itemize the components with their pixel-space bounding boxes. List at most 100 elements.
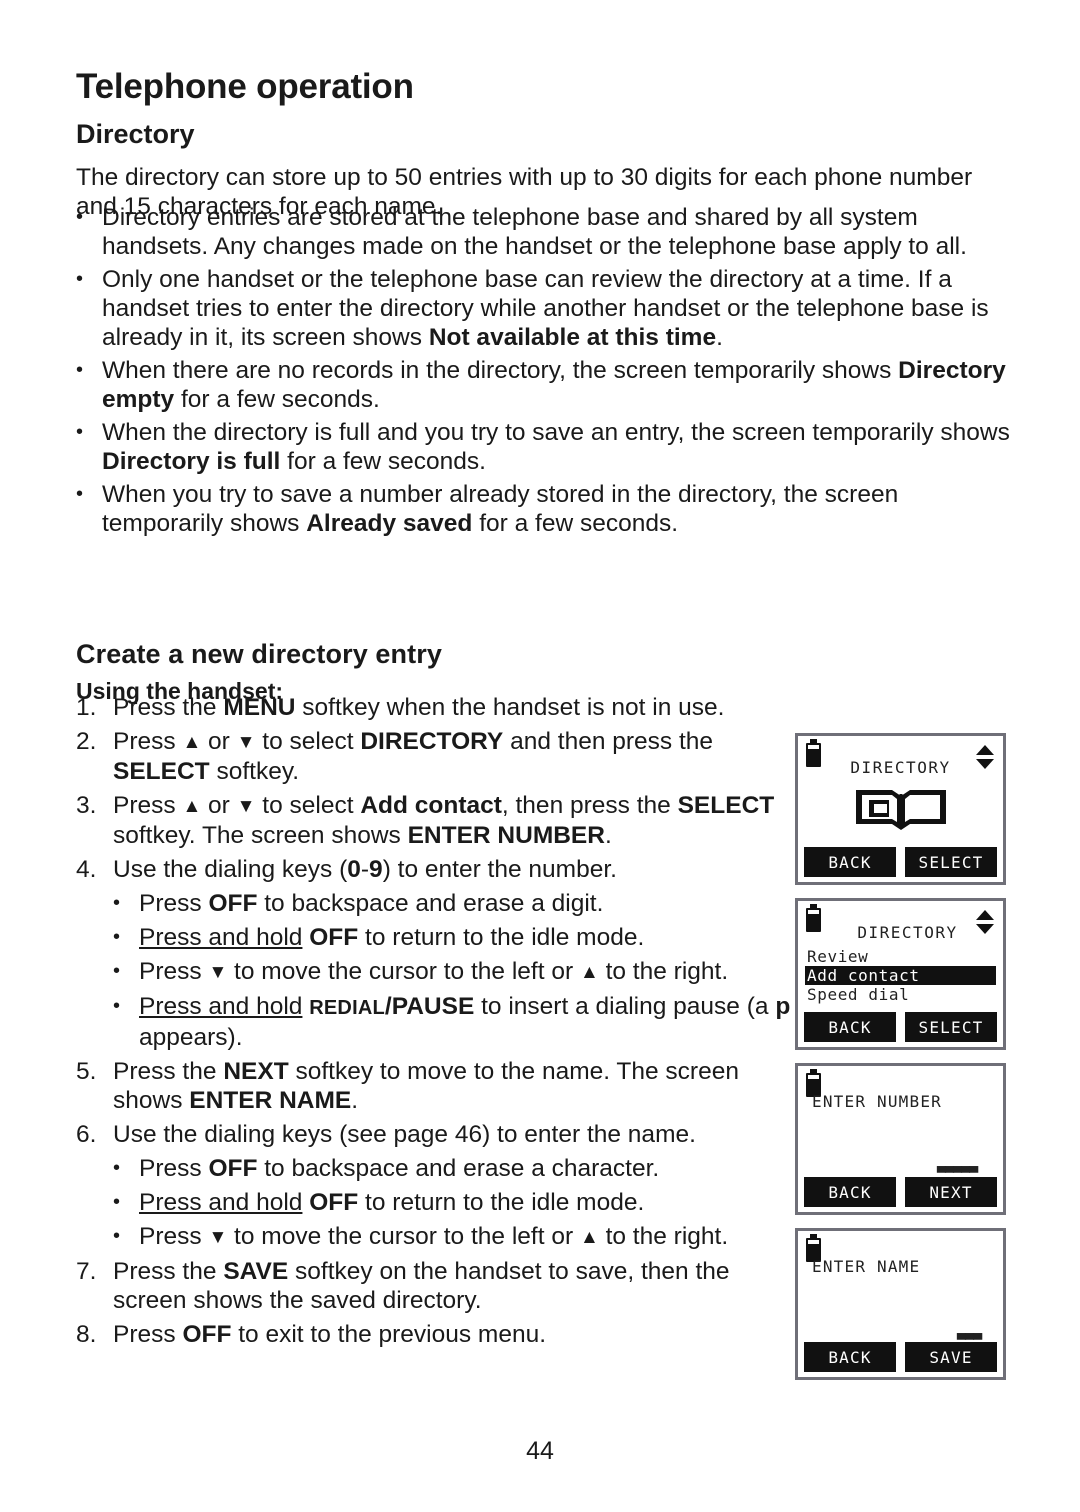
sub-bullet-item: • Press OFF to backspace and erase a digi… bbox=[113, 889, 792, 918]
text-run: to select bbox=[255, 728, 361, 755]
sub-bullet-text: Press and hold OFF to return to the idle… bbox=[139, 1188, 792, 1217]
lcd-cursor: ▃▃▃ bbox=[956, 1322, 982, 1340]
sub-bullet-text: Press OFF to backspace and erase a chara… bbox=[139, 1154, 792, 1183]
text-run: Directory entries are stored at the tele… bbox=[102, 204, 967, 260]
text-run: to the right. bbox=[598, 958, 729, 985]
lcd-screen-directory-icon: DIRECTORY BACK SELECT bbox=[795, 733, 1006, 885]
step-text: Use the dialing keys (0-9) to enter the … bbox=[113, 855, 792, 884]
text-run: Use the dialing keys ( bbox=[113, 856, 348, 883]
text-run: ▼ bbox=[208, 1227, 228, 1248]
text-run: Not available at this time bbox=[428, 324, 717, 351]
text-run: /PAUSE bbox=[384, 993, 475, 1020]
text-run: . bbox=[604, 822, 612, 849]
lcd-softkey-bar: BACK SAVE bbox=[804, 1342, 997, 1372]
text-run: for a few seconds. bbox=[174, 386, 380, 413]
text-run: ▼ bbox=[208, 962, 228, 983]
lcd-title: DIRECTORY bbox=[850, 758, 951, 777]
text-run: Press the bbox=[113, 1258, 224, 1285]
sub-bullet-item: • Press and hold OFF to return to the idl… bbox=[113, 1188, 792, 1217]
bullet-item: • Directory entries are stored at the tel… bbox=[76, 203, 1016, 261]
create-entry-steps: 1. Press the MENU softkey when the handse… bbox=[76, 693, 792, 1354]
step-item: 5. Press the NEXT softkey to move to the … bbox=[76, 1057, 792, 1115]
text-run: for a few seconds. bbox=[472, 510, 679, 537]
softkey-right[interactable]: NEXT bbox=[905, 1177, 997, 1207]
text-run: for a few seconds. bbox=[280, 448, 486, 475]
text-run: SELECT bbox=[113, 758, 210, 785]
lcd-menu-item-speed-dial[interactable]: Speed dial bbox=[805, 985, 996, 1004]
bullet-marker: • bbox=[76, 268, 84, 290]
step-item: 2. Press ▲ or ▼ to select DIRECTORY and t… bbox=[76, 727, 792, 786]
step-item: 1. Press the MENU softkey when the handse… bbox=[76, 693, 792, 722]
lcd-menu-item-review[interactable]: Review bbox=[805, 947, 996, 966]
text-run: ▼ bbox=[236, 796, 256, 817]
text-run: OFF bbox=[182, 1321, 232, 1348]
text-run: ▲ bbox=[182, 732, 202, 753]
bullet-marker: • bbox=[113, 1157, 121, 1179]
softkey-right[interactable]: SELECT bbox=[905, 847, 997, 877]
lcd-softkey-bar: BACK SELECT bbox=[804, 847, 997, 877]
text-run: . bbox=[351, 1087, 359, 1114]
softkey-right[interactable]: SAVE bbox=[905, 1342, 997, 1372]
text-run: to move the cursor to the left or bbox=[227, 958, 580, 985]
bullet-text: Directory entries are stored at the tele… bbox=[102, 203, 1016, 261]
text-run: Press bbox=[139, 890, 209, 917]
bullet-marker: • bbox=[76, 421, 84, 443]
text-run: Press the bbox=[113, 694, 224, 721]
text-run: to backspace and erase a digit. bbox=[257, 890, 604, 917]
text-run: 0 bbox=[347, 856, 361, 883]
sub-bullet-item: • Press ▼ to move the cursor to the left … bbox=[113, 1222, 792, 1252]
bullet-text: Only one handset or the telephone base c… bbox=[102, 265, 1016, 352]
step-text: Use the dialing keys (see page 46) to en… bbox=[113, 1120, 792, 1149]
text-run: or bbox=[201, 728, 237, 755]
text-run: DIRECTORY bbox=[360, 728, 504, 755]
step-text: Press ▲ or ▼ to select Add contact, then… bbox=[113, 791, 792, 850]
bullet-marker: • bbox=[113, 1191, 121, 1213]
step-item: 6. Use the dialing keys (see page 46) to … bbox=[76, 1120, 792, 1149]
bullet-text: When the directory is full and you try t… bbox=[102, 418, 1016, 476]
text-run: to the right. bbox=[598, 1223, 729, 1250]
text-run: - bbox=[360, 856, 370, 883]
lcd-softkey-bar: BACK NEXT bbox=[804, 1177, 997, 1207]
softkey-left[interactable]: BACK bbox=[804, 1012, 896, 1042]
text-run: 9 bbox=[369, 856, 383, 883]
softkey-left[interactable]: BACK bbox=[804, 1177, 896, 1207]
text-run: Press bbox=[139, 958, 209, 985]
softkey-left[interactable]: BACK bbox=[804, 847, 896, 877]
text-run: Press and hold bbox=[139, 993, 303, 1020]
text-run: to backspace and erase a character. bbox=[257, 1155, 660, 1182]
step-text: Press ▲ or ▼ to select DIRECTORY and the… bbox=[113, 727, 792, 786]
lcd-menu-item-add-contact[interactable]: Add contact bbox=[805, 966, 996, 985]
step-number: 6. bbox=[76, 1121, 97, 1148]
chapter-title: Telephone operation bbox=[76, 67, 414, 107]
step-number: 8. bbox=[76, 1321, 97, 1348]
text-run: OFF bbox=[309, 1189, 359, 1216]
step-number: 5. bbox=[76, 1058, 97, 1085]
text-run: OFF bbox=[208, 1155, 258, 1182]
bullet-text: When you try to save a number already st… bbox=[102, 480, 1016, 538]
lcd-title: ENTER NUMBER bbox=[812, 1092, 942, 1111]
step-text: Press OFF to exit to the previous menu. bbox=[113, 1320, 792, 1349]
text-run: When the directory is full and you try t… bbox=[102, 419, 1010, 446]
text-run: Already saved bbox=[306, 510, 473, 537]
bullet-item: • Only one handset or the telephone base … bbox=[76, 265, 1016, 352]
step-number: 2. bbox=[76, 728, 97, 755]
text-run: softkey. bbox=[209, 758, 300, 785]
directory-bullet-list: • Directory entries are stored at the tel… bbox=[76, 203, 1016, 542]
bullet-marker: • bbox=[76, 483, 84, 505]
softkey-left[interactable]: BACK bbox=[804, 1342, 896, 1372]
bullet-marker: • bbox=[76, 359, 84, 381]
text-run: Directory is full bbox=[102, 448, 281, 475]
step-item: 8. Press OFF to exit to the previous menu… bbox=[76, 1320, 792, 1349]
text-run: appears). bbox=[139, 1024, 243, 1051]
text-run: ▲ bbox=[182, 796, 202, 817]
sub-bullet-item: • Press ▼ to move the cursor to the left … bbox=[113, 957, 792, 987]
text-run: ENTER NAME bbox=[189, 1087, 352, 1114]
text-run: REDIAL bbox=[309, 997, 385, 1019]
section-title: Directory bbox=[76, 119, 195, 150]
sub-bullet-text: Press ▼ to move the cursor to the left o… bbox=[139, 1222, 792, 1252]
text-run: Press bbox=[139, 1155, 209, 1182]
bullet-marker: • bbox=[113, 926, 121, 948]
softkey-right[interactable]: SELECT bbox=[905, 1012, 997, 1042]
bullet-text: When there are no records in the directo… bbox=[102, 356, 1016, 414]
step-text: Press the MENU softkey when the handset … bbox=[113, 693, 792, 722]
